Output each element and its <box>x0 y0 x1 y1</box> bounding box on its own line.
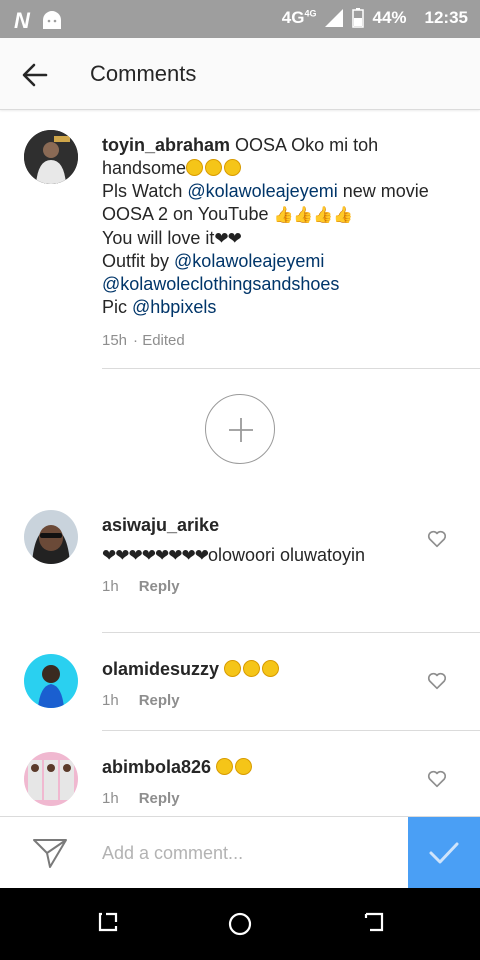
mention-link[interactable]: @kolawoleclothingsandshoes <box>102 274 339 294</box>
comment-text: olowoori oluwatoyin <box>207 545 366 565</box>
heart-eyes-emoji <box>216 757 254 777</box>
reply-button[interactable]: Reply <box>139 575 180 598</box>
signal-icon <box>325 9 344 27</box>
laughing-emoji <box>224 659 281 679</box>
divider <box>102 632 480 633</box>
page-title: Comments <box>90 61 197 86</box>
mention-link[interactable]: @kolawoleajeyemi <box>174 251 324 271</box>
comment-input[interactable] <box>102 837 392 869</box>
heart-outline-icon <box>427 770 447 788</box>
divider <box>102 730 480 731</box>
back-nav-button[interactable] <box>362 910 390 938</box>
heart-emoji: ❤❤❤❤❤❤❤❤ <box>102 546 209 565</box>
notification-n-icon: N <box>14 8 30 33</box>
avatar[interactable] <box>24 752 78 806</box>
recents-icon <box>98 912 118 932</box>
comment-time: 1h <box>102 790 119 807</box>
recents-button[interactable] <box>96 910 124 938</box>
caption-text: toyin_abraham OOSA Oko mi toh handsome P… <box>102 134 442 352</box>
heart-emoji: ❤❤ <box>214 229 241 248</box>
back-icon <box>364 912 384 932</box>
mention-link[interactable]: @kolawoleajeyemi <box>187 181 337 201</box>
comment-username[interactable]: asiwaju_arike <box>102 514 402 537</box>
back-button[interactable] <box>20 60 50 90</box>
heart-outline-icon <box>427 672 447 690</box>
load-more-comments-button[interactable] <box>205 394 275 464</box>
avatar[interactable] <box>24 510 78 564</box>
comment-meta: 1h Reply <box>102 787 402 810</box>
caption-time: 15h <box>102 332 128 349</box>
paper-plane-icon <box>33 839 67 868</box>
hug-emoji <box>186 158 243 178</box>
android-icon <box>42 11 61 29</box>
avatar[interactable] <box>24 654 78 708</box>
reply-button[interactable]: Reply <box>139 787 180 810</box>
system-nav-bar <box>0 888 480 960</box>
app-bar: Comments <box>0 38 480 110</box>
direct-share-button[interactable] <box>30 835 70 871</box>
battery-icon <box>352 8 365 28</box>
like-button[interactable] <box>426 670 448 692</box>
status-bar: N 4G4G 44% 12:35 <box>0 0 480 38</box>
avatar[interactable] <box>24 130 78 184</box>
clock: 12:35 <box>424 8 468 27</box>
caption-meta: 15h · Edited <box>102 329 442 352</box>
edited-label: · Edited <box>133 332 185 349</box>
heart-outline-icon <box>427 530 447 548</box>
comment-time: 1h <box>102 692 119 709</box>
thumbs-up-emoji: 👍👍👍👍 <box>273 207 354 224</box>
home-icon <box>228 912 252 936</box>
comment-meta: 1h Reply <box>102 575 402 598</box>
comment-time: 1h <box>102 578 119 595</box>
checkmark-icon <box>429 842 459 864</box>
arrow-left-icon <box>22 63 48 87</box>
like-button[interactable] <box>426 528 448 550</box>
network-type: 4G4G <box>281 8 317 27</box>
comment-meta: 1h Reply <box>102 689 402 712</box>
reply-button[interactable]: Reply <box>139 689 180 712</box>
post-comment-button[interactable] <box>408 817 480 889</box>
comment-composer <box>0 816 480 889</box>
caption-username[interactable]: toyin_abraham <box>102 135 230 155</box>
plus-icon <box>229 418 253 442</box>
divider <box>102 368 480 369</box>
battery-level: 44% <box>372 8 407 27</box>
mention-link[interactable]: @hbpixels <box>132 297 216 317</box>
home-button[interactable] <box>226 910 254 938</box>
comment-username[interactable]: olamidesuzzy <box>102 659 219 679</box>
like-button[interactable] <box>426 768 448 790</box>
comment-username[interactable]: abimbola826 <box>102 757 211 777</box>
